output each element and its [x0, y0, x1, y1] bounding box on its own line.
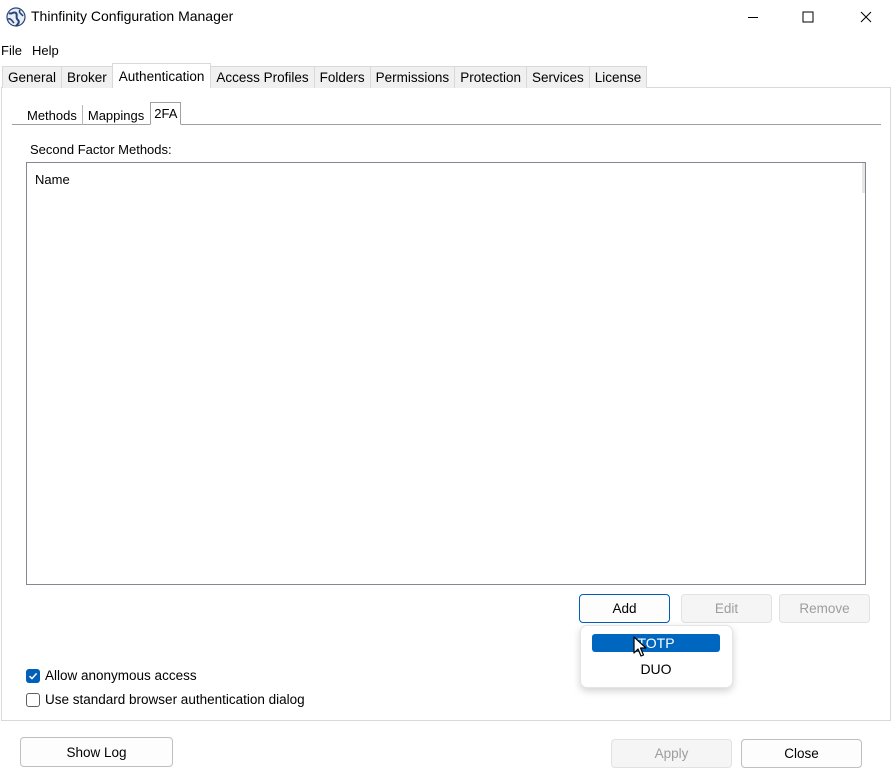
add-button[interactable]: Add [579, 594, 670, 623]
close-button[interactable]: Close [741, 739, 862, 768]
list-scrollbar[interactable] [862, 163, 865, 193]
maximize-icon [802, 11, 814, 23]
minimize-button[interactable] [730, 0, 776, 34]
checkbox-checked-icon[interactable] [26, 668, 40, 683]
menu-file[interactable]: File [0, 41, 25, 61]
globe-app-icon [6, 7, 26, 27]
list-column-header-name[interactable]: Name [35, 172, 70, 187]
main-tab-strip: General Broker Authentication Access Pro… [2, 63, 648, 88]
show-log-button[interactable]: Show Log [20, 737, 173, 767]
close-window-button[interactable] [843, 0, 889, 34]
sub-tab-strip: Methods Mappings 2FA [22, 102, 182, 125]
dropdown-item-totp[interactable]: TOTP [592, 634, 720, 652]
allow-anonymous-access-checkbox[interactable]: Allow anonymous access [26, 668, 197, 683]
use-standard-dialog-checkbox[interactable]: Use standard browser authentication dial… [26, 692, 305, 707]
tab-authentication[interactable]: Authentication [111, 63, 212, 88]
tab-services[interactable]: Services [525, 66, 590, 88]
minimize-icon [748, 17, 758, 18]
remove-button[interactable]: Remove [779, 594, 870, 623]
checkbox-unchecked-icon[interactable] [26, 692, 40, 707]
title-bar: Thinfinity Configuration Manager [0, 0, 893, 34]
maximize-button[interactable] [785, 0, 831, 34]
window-title: Thinfinity Configuration Manager [31, 8, 234, 24]
use-standard-dialog-label: Use standard browser authentication dial… [45, 692, 305, 707]
mouse-pointer-icon [633, 636, 647, 657]
add-method-dropdown: TOTP DUO [580, 625, 733, 688]
menu-bar: File Help [0, 41, 68, 61]
second-factor-methods-list[interactable]: Name [26, 162, 866, 585]
subtab-methods[interactable]: Methods [22, 105, 83, 125]
subtab-mappings[interactable]: Mappings [83, 105, 149, 125]
tab-protection[interactable]: Protection [454, 66, 527, 88]
edit-button[interactable]: Edit [681, 594, 772, 623]
apply-button[interactable]: Apply [611, 739, 732, 768]
tab-broker[interactable]: Broker [61, 66, 113, 88]
second-factor-methods-label: Second Factor Methods: [30, 142, 172, 157]
dropdown-item-duo[interactable]: DUO [592, 660, 720, 678]
tab-permissions[interactable]: Permissions [369, 66, 456, 88]
menu-help[interactable]: Help [31, 41, 62, 61]
tab-license[interactable]: License [588, 66, 648, 88]
subtab-2fa[interactable]: 2FA [150, 102, 182, 125]
allow-anonymous-access-label: Allow anonymous access [45, 668, 197, 683]
close-icon [860, 11, 872, 23]
tab-folders[interactable]: Folders [313, 66, 371, 88]
tab-access-profiles[interactable]: Access Profiles [210, 66, 315, 88]
tab-general[interactable]: General [2, 66, 63, 88]
